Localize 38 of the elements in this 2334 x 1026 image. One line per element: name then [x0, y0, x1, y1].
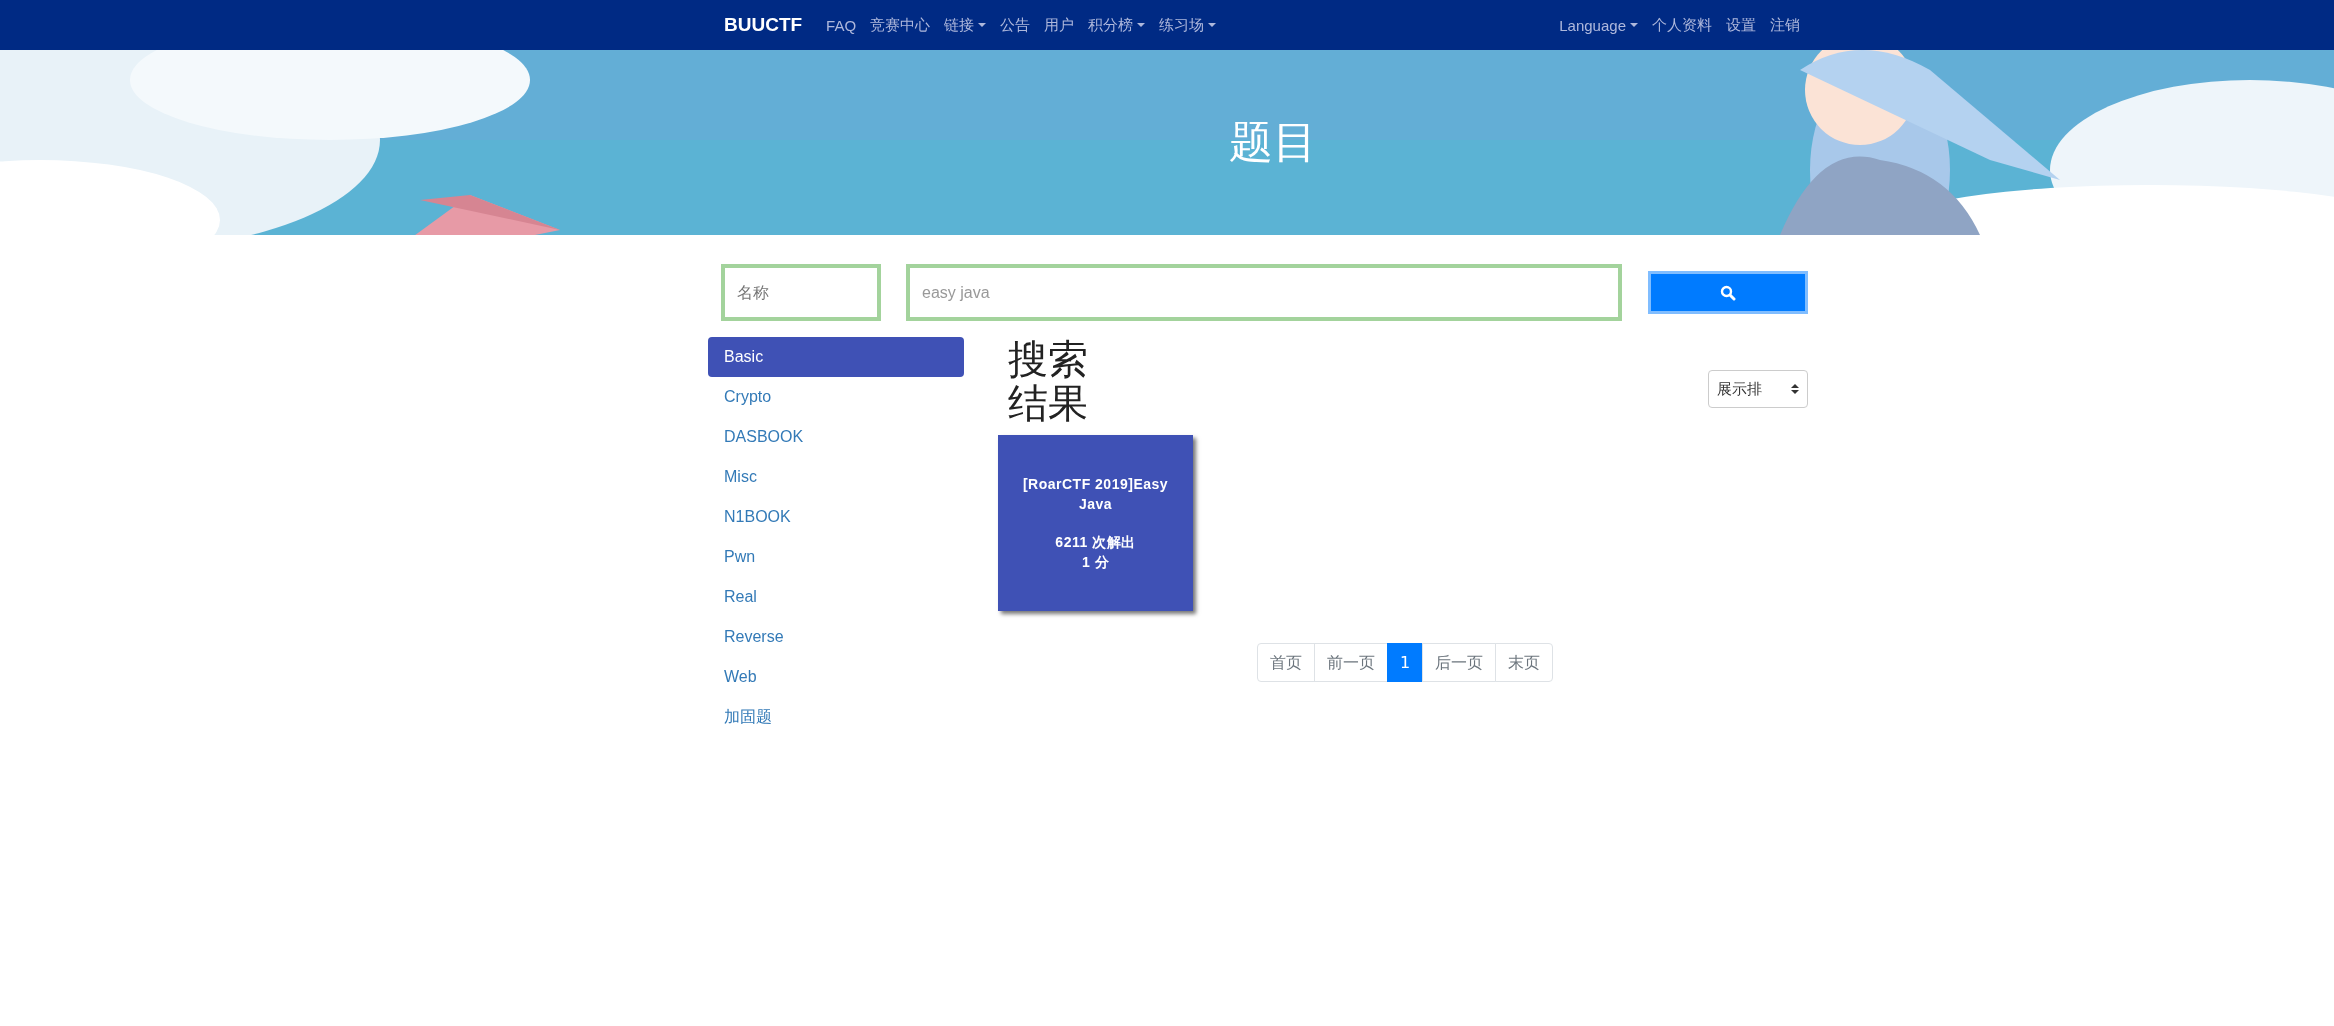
nav-link[interactable]: FAQ: [826, 16, 857, 34]
sort-select[interactable]: 展示排: [1708, 370, 1808, 408]
nav-link[interactable]: 注销: [1770, 15, 1800, 35]
brand-link[interactable]: BUUCTF: [724, 14, 803, 36]
category-link[interactable]: Basic: [708, 337, 964, 377]
nav-link[interactable]: Language: [1559, 16, 1638, 34]
category-link[interactable]: Real: [708, 577, 964, 617]
search-icon: [1720, 284, 1736, 301]
category-link[interactable]: N1BOOK: [708, 497, 964, 537]
page-link[interactable]: 后一页: [1422, 643, 1497, 682]
nav-link[interactable]: 练习场: [1159, 15, 1217, 35]
nav-link[interactable]: 积分榜: [1088, 15, 1146, 35]
challenge-points: 1 分: [1081, 553, 1110, 572]
sort-icon: [1791, 383, 1799, 395]
page-title: 题目: [1229, 115, 1317, 169]
page-link[interactable]: 前一页: [1314, 643, 1388, 682]
category-link[interactable]: Pwn: [708, 537, 964, 577]
category-link[interactable]: Crypto: [708, 377, 964, 417]
search-button[interactable]: [1648, 271, 1808, 314]
category-link[interactable]: DASBOOK: [708, 417, 964, 457]
page-link[interactable]: 1: [1387, 643, 1424, 682]
category-link[interactable]: Web: [708, 657, 964, 697]
results-heading: 搜索结果: [1008, 337, 1088, 425]
challenge-card[interactable]: [RoarCTF 2019]Easy Java 6211 次解出 1 分: [998, 435, 1193, 611]
category-link[interactable]: Misc: [708, 457, 964, 497]
page-link[interactable]: 首页: [1257, 643, 1315, 682]
category-link[interactable]: Reverse: [708, 617, 964, 657]
nav-link[interactable]: 链接: [944, 15, 987, 35]
nav-link[interactable]: 设置: [1726, 15, 1756, 35]
challenge-name: [RoarCTF 2019]Easy Java: [1021, 475, 1170, 514]
category-link[interactable]: 加固题: [708, 697, 964, 737]
nav-link[interactable]: 竞赛中心: [870, 15, 931, 35]
name-field[interactable]: 名称: [721, 264, 881, 321]
nav-link[interactable]: 公告: [1000, 15, 1031, 35]
solve-count: 6211 次解出: [1055, 533, 1136, 552]
page-link[interactable]: 末页: [1495, 643, 1554, 682]
nav-link[interactable]: 个人资料: [1652, 15, 1712, 35]
nav-link[interactable]: 用户: [1044, 15, 1075, 35]
